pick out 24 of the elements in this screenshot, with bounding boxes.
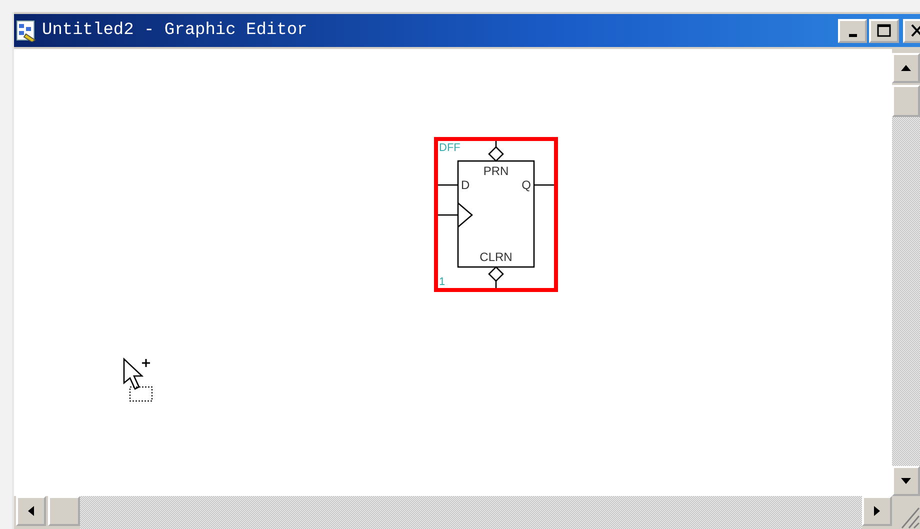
window-title: Untitled2 - Graphic Editor xyxy=(42,21,308,40)
pin-label: Q xyxy=(522,178,531,192)
pin-label: D xyxy=(461,178,470,192)
scroll-up-button[interactable] xyxy=(892,53,920,83)
pin-label: CLRN xyxy=(480,250,512,264)
left-arrow-icon xyxy=(27,505,35,517)
maximize-button[interactable] xyxy=(869,18,899,42)
up-arrow-icon xyxy=(900,64,912,72)
close-icon xyxy=(910,24,920,37)
scroll-left-button[interactable] xyxy=(16,496,46,526)
instance-number: 1 xyxy=(439,276,446,288)
app-icon xyxy=(16,20,38,42)
down-arrow-icon xyxy=(900,477,912,485)
minimize-button[interactable] xyxy=(838,18,868,42)
maximize-icon xyxy=(876,24,891,37)
horizontal-scrollbar[interactable] xyxy=(16,496,892,529)
scroll-thumb[interactable] xyxy=(48,496,80,526)
scroll-down-button[interactable] xyxy=(892,466,920,496)
right-arrow-icon xyxy=(873,505,881,517)
minimize-icon xyxy=(848,34,857,37)
symbol-name: DFF xyxy=(439,142,460,154)
pin-label: PRN xyxy=(483,164,509,178)
scroll-right-button[interactable] xyxy=(862,496,892,526)
scroll-thumb[interactable] xyxy=(892,85,920,117)
